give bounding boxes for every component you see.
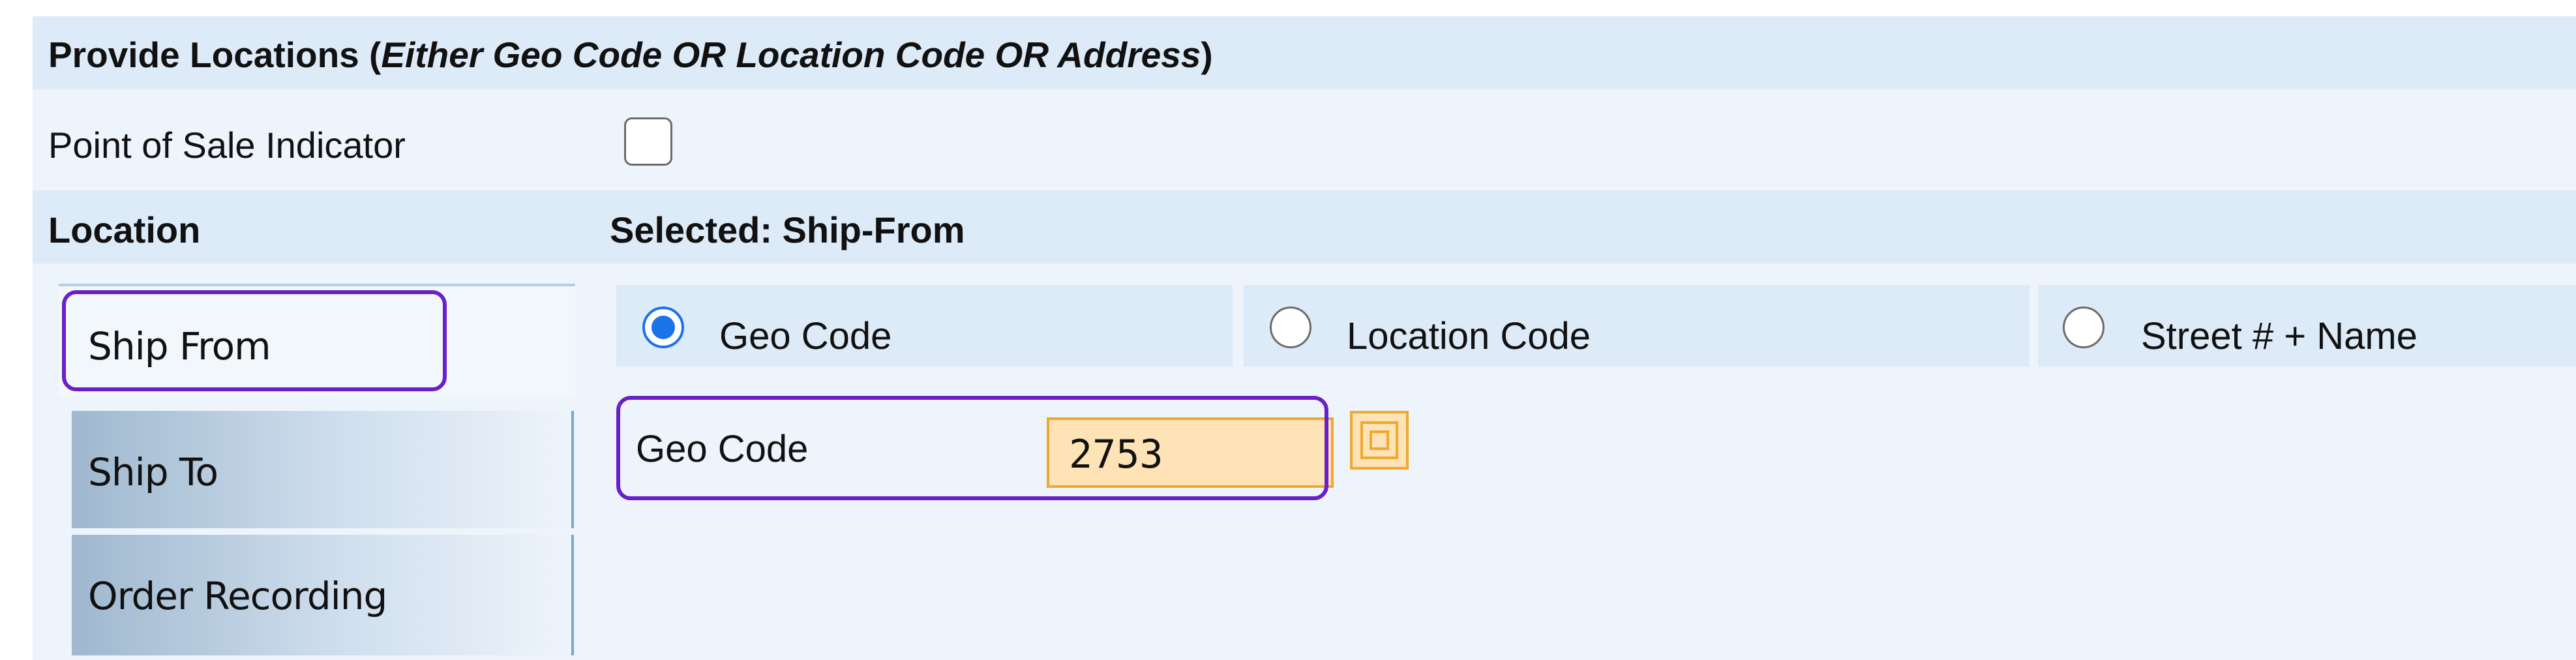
geo-code-input[interactable]: 2753	[1047, 417, 1334, 488]
location-header-row	[33, 190, 2576, 263]
location-label: Location	[48, 209, 201, 250]
locations-header-title: Provide Locations (Either Geo Code OR Lo…	[48, 35, 1213, 75]
tab-ship-to-label: Ship To	[88, 450, 218, 494]
tab-order-recording-label: Order Recording	[88, 574, 387, 618]
location-code-option-label: Location Code	[1347, 315, 1591, 357]
geo-code-option[interactable]: Geo Code	[616, 285, 1233, 367]
geo-code-radio[interactable]	[642, 307, 684, 348]
point-of-sale-label: Point of Sale Indicator	[48, 125, 406, 166]
value-help-icon-core	[1370, 430, 1389, 450]
street-name-option[interactable]: Street # + Name	[2038, 285, 2576, 367]
location-code-radio[interactable]	[1270, 307, 1311, 348]
value-help-icon[interactable]	[1350, 411, 1409, 470]
point-of-sale-checkbox[interactable]	[624, 117, 672, 166]
tab-order-recording[interactable]: Order Recording	[72, 535, 574, 655]
point-of-sale-row	[33, 89, 2576, 190]
tab-ship-to[interactable]: Ship To	[72, 411, 574, 528]
selected-location-label: Selected: Ship-From	[610, 209, 965, 250]
tab-ship-from-label: Ship From	[88, 324, 271, 368]
location-code-option[interactable]: Location Code	[1244, 285, 2029, 367]
geo-code-option-label: Geo Code	[719, 315, 892, 357]
tab-ship-from[interactable]: Ship From	[59, 284, 575, 398]
geo-code-field-label: Geo Code	[636, 428, 809, 470]
street-name-radio[interactable]	[2063, 307, 2104, 348]
street-name-option-label: Street # + Name	[2141, 315, 2418, 357]
